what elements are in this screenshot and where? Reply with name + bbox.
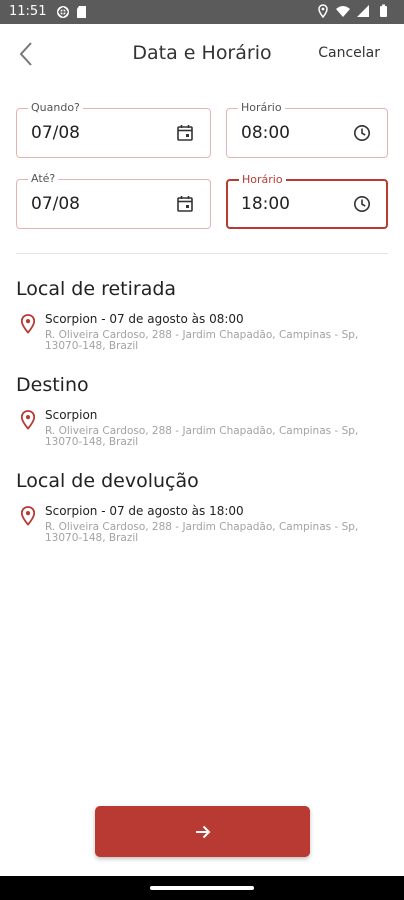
destination-section-title: Destino [16,374,89,396]
start-date-field[interactable]: Quando? 07/08 [16,101,211,158]
status-bar: 11:51 [0,0,404,24]
start-time-field[interactable]: Horário 08:00 [226,101,388,158]
return-location[interactable]: Scorpion - 07 de agosto às 18:00 R. Oliv… [16,504,388,554]
destination-location[interactable]: Scorpion R. Oliveira Cardoso, 288 - Jard… [16,408,388,458]
sd-card-icon [77,6,86,18]
start-time-value: 08:00 [241,123,290,143]
end-date-label: Até? [28,172,59,186]
wifi-icon [336,6,350,17]
next-button[interactable] [95,806,310,857]
location-pin-icon [20,314,36,334]
sync-icon [57,6,69,18]
destination-location-address: R. Oliveira Cardoso, 288 - Jardim Chapad… [45,425,359,448]
navigation-bar [0,876,404,900]
start-date-value: 07/08 [31,123,80,143]
pickup-location-address: R. Oliveira Cardoso, 288 - Jardim Chapad… [45,329,359,352]
home-handle[interactable] [150,886,254,890]
pickup-location[interactable]: Scorpion - 07 de agosto às 08:00 R. Oliv… [16,312,388,362]
end-time-label: Horário [239,173,286,187]
end-time-value: 18:00 [241,194,290,214]
end-date-value: 07/08 [31,194,80,214]
location-pin-icon [20,506,36,526]
clock-icon[interactable] [353,124,371,142]
battery-icon [380,4,387,17]
divider [16,253,388,254]
calendar-icon[interactable] [176,124,194,142]
clock-icon[interactable] [353,195,371,213]
signal-icon [357,5,369,17]
status-time: 11:51 [9,4,47,19]
start-date-label: Quando? [28,101,83,115]
pickup-section-title: Local de retirada [16,278,177,300]
start-time-label: Horário [238,101,285,115]
return-location-address: R. Oliveira Cardoso, 288 - Jardim Chapad… [45,521,359,544]
location-pin-icon [20,410,36,430]
destination-location-name: Scorpion [45,408,98,422]
return-location-name: Scorpion - 07 de agosto às 18:00 [45,504,244,518]
pickup-location-name: Scorpion - 07 de agosto às 08:00 [45,312,244,326]
location-icon [318,4,328,18]
arrow-right-icon [195,825,210,838]
return-section-title: Local de devolução [16,470,199,492]
calendar-icon[interactable] [176,195,194,213]
end-date-field[interactable]: Até? 07/08 [16,172,211,229]
end-time-field[interactable]: Horário 18:00 [226,173,388,229]
app-header: Data e Horário Cancelar [0,24,404,86]
cancel-button[interactable]: Cancelar [318,45,380,61]
